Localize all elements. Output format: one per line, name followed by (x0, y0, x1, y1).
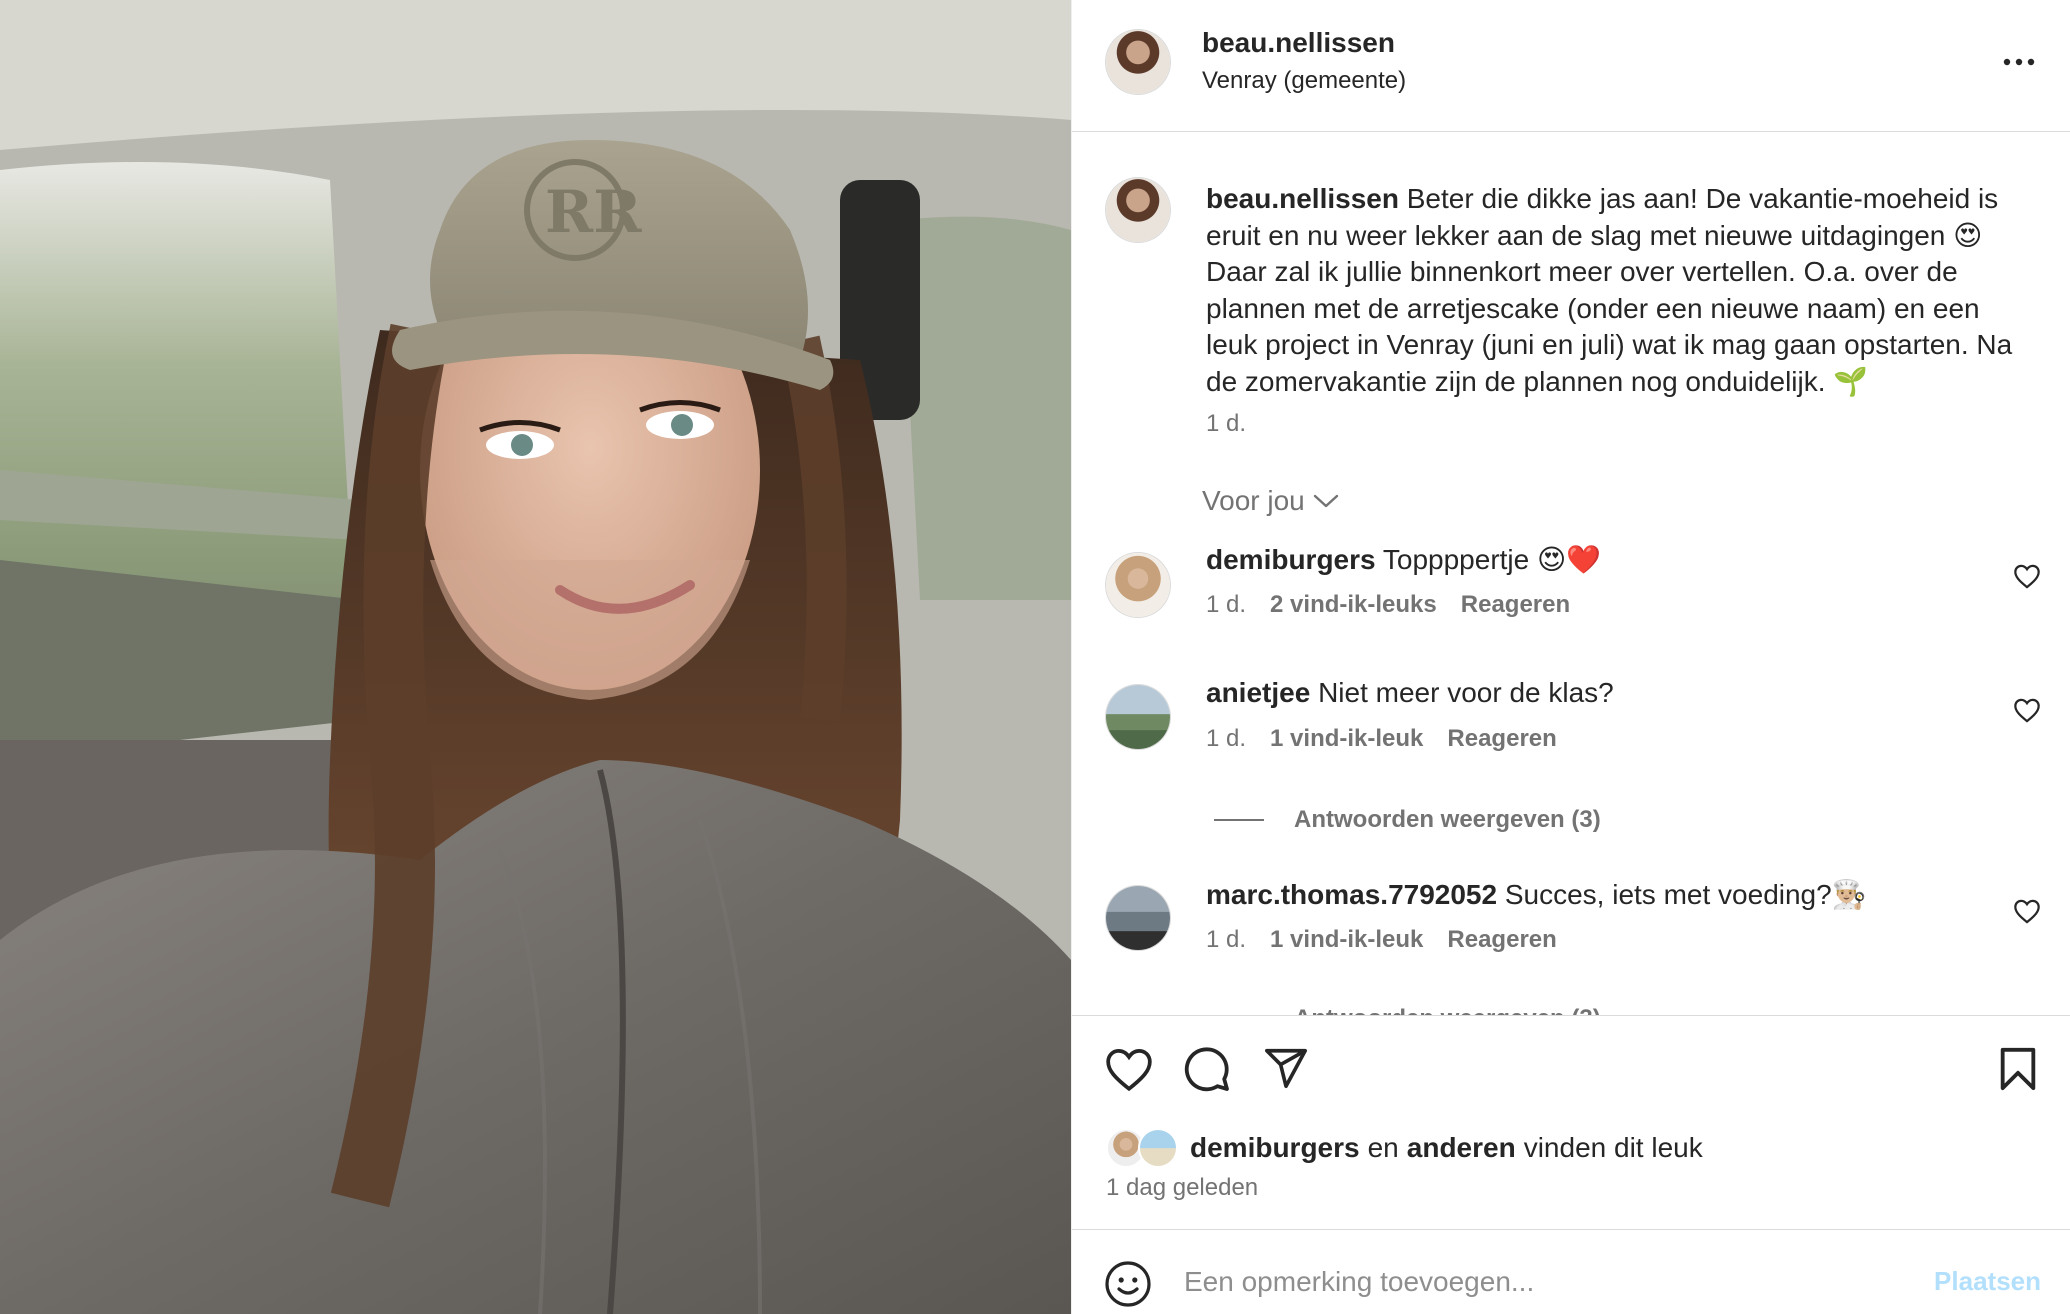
likes-suffix: vinden dit leuk (1523, 1132, 1703, 1163)
post-location[interactable]: Venray (gemeente) (1202, 67, 1406, 95)
author-avatar[interactable] (1106, 30, 1170, 94)
comment-like-count[interactable]: 2 vind-ik-leuks (1270, 591, 1437, 619)
caption-timestamp[interactable]: 1 d. (1206, 410, 1246, 438)
likes-connector: en (1367, 1132, 1399, 1163)
comment-text: Niet meer voor de klas? (1318, 677, 1614, 708)
comment-composer: Plaatsen (1072, 1229, 2070, 1314)
paper-plane-icon[interactable] (1262, 1045, 1310, 1091)
caption-avatar[interactable] (1106, 178, 1170, 242)
likes-summary[interactable]: demiburgers en anderen vinden dit leuk (1106, 1128, 1703, 1168)
comment-like-count[interactable]: 1 vind-ik-leuk (1270, 926, 1423, 954)
view-replies-label: Antwoorden weergeven (3) (1294, 1005, 1601, 1015)
likes-first-user[interactable]: demiburgers (1190, 1132, 1360, 1164)
post-caption: beau.nellissen Beter die dikke jas aan! … (1206, 181, 2036, 400)
comment-meta: 1 d. 1 vind-ik-leuk Reageren (1206, 725, 1557, 753)
more-options-button[interactable] (1997, 42, 2041, 82)
post-header: beau.nellissen Venray (gemeente) (1072, 0, 2070, 132)
post-photo[interactable]: RR (0, 0, 1071, 1314)
view-replies-button[interactable]: Antwoorden weergeven (3) (1214, 1005, 1601, 1015)
reply-button[interactable]: Reageren (1447, 725, 1556, 753)
more-horizontal-icon (2003, 58, 2035, 66)
reply-button[interactable]: Reageren (1447, 926, 1556, 954)
comment-username[interactable]: anietjee (1206, 677, 1310, 708)
likes-others-link[interactable]: anderen (1407, 1132, 1516, 1164)
post-timestamp[interactable]: 1 dag geleden (1106, 1174, 1258, 1202)
comment-time[interactable]: 1 d. (1206, 926, 1246, 954)
liker-avatars (1106, 1128, 1182, 1168)
comment-text: Succes, iets met voeding?👨🏼‍🍳 (1504, 879, 1867, 910)
replies-divider-line (1214, 819, 1264, 821)
heart-icon[interactable] (1104, 1046, 1154, 1092)
comment-avatar[interactable] (1106, 685, 1170, 749)
comment-input[interactable] (1184, 1254, 1884, 1310)
bookmark-icon[interactable] (1998, 1046, 2038, 1092)
comment-username[interactable]: demiburgers (1206, 544, 1376, 575)
comment-body: demiburgers Toppppertje 😍❤️ (1206, 543, 1601, 576)
comment-like-count[interactable]: 1 vind-ik-leuk (1270, 725, 1423, 753)
selfie-illustration: RR (0, 0, 1071, 1314)
view-replies-button[interactable]: Antwoorden weergeven (3) (1214, 806, 1601, 834)
post-detail-panel: beau.nellissen Venray (gemeente) beau.ne… (1071, 0, 2070, 1314)
comment-body: marc.thomas.7792052 Succes, iets met voe… (1206, 878, 1867, 911)
comment-heart-icon[interactable] (2013, 563, 2041, 589)
comment-meta: 1 d. 1 vind-ik-leuk Reageren (1206, 926, 1557, 954)
caption-text: Beter die dikke jas aan! De vakantie-moe… (1206, 183, 2013, 397)
comment-time[interactable]: 1 d. (1206, 725, 1246, 753)
caption-username[interactable]: beau.nellissen (1206, 183, 1399, 214)
comment-username[interactable]: marc.thomas.7792052 (1206, 879, 1497, 910)
comment-text: Toppppertje 😍❤️ (1382, 544, 1602, 575)
author-username[interactable]: beau.nellissen (1202, 27, 1395, 59)
comment-time[interactable]: 1 d. (1206, 591, 1246, 619)
comment-heart-icon[interactable] (2013, 898, 2041, 924)
chevron-down-icon (1313, 494, 1338, 508)
comment-filter-dropdown[interactable]: Voor jou (1202, 485, 1339, 517)
comment-avatar[interactable] (1106, 553, 1170, 617)
comment-avatar[interactable] (1106, 886, 1170, 950)
comment-meta: 1 d. 2 vind-ik-leuks Reageren (1206, 591, 1570, 619)
instagram-post-view: RR beau.nellissen Venray (gemeente) beau… (0, 0, 2070, 1314)
post-comment-button[interactable]: Plaatsen (1934, 1266, 2041, 1297)
comments-scroll-area[interactable]: beau.nellissen Beter die dikke jas aan! … (1072, 133, 2070, 1015)
reply-button[interactable]: Reageren (1461, 591, 1570, 619)
liker-avatar (1138, 1128, 1178, 1168)
comment-filter-label: Voor jou (1202, 485, 1305, 516)
view-replies-label: Antwoorden weergeven (3) (1294, 806, 1601, 833)
post-actions-bar: demiburgers en anderen vinden dit leuk 1… (1072, 1015, 2070, 1229)
comment-body: anietjee Niet meer voor de klas? (1206, 677, 1614, 709)
svg-text:RR: RR (545, 178, 642, 246)
comment-bubble-icon[interactable] (1183, 1045, 1231, 1093)
smiley-icon[interactable] (1104, 1260, 1152, 1308)
comment-heart-icon[interactable] (2013, 697, 2041, 723)
